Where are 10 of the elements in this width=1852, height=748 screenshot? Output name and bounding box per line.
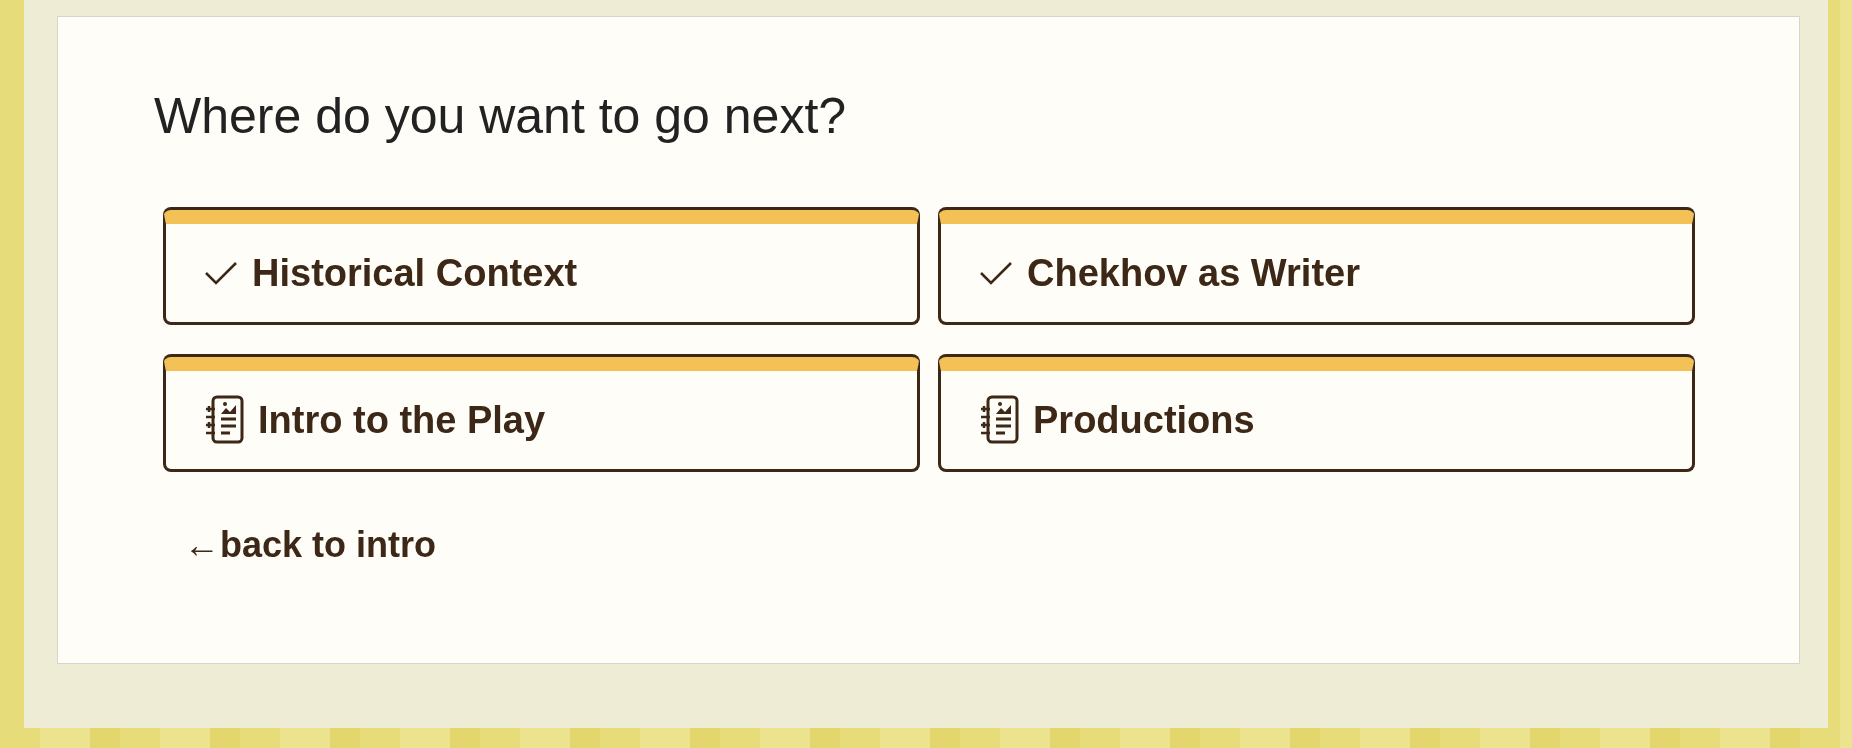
chapter-button[interactable]: Productions xyxy=(938,357,1695,472)
check-icon xyxy=(204,260,238,286)
chapter-button[interactable]: Chekhov as Writer xyxy=(938,210,1695,325)
chapter-button[interactable]: Intro to the Play xyxy=(163,357,920,472)
check-icon xyxy=(979,260,1013,286)
notebook-icon xyxy=(979,395,1019,445)
chapter-button[interactable]: Historical Context xyxy=(163,210,920,325)
notebook-icon xyxy=(204,395,244,445)
back-link[interactable]: ←back to intro xyxy=(184,518,437,572)
heading: Where do you want to go next? xyxy=(154,89,848,144)
